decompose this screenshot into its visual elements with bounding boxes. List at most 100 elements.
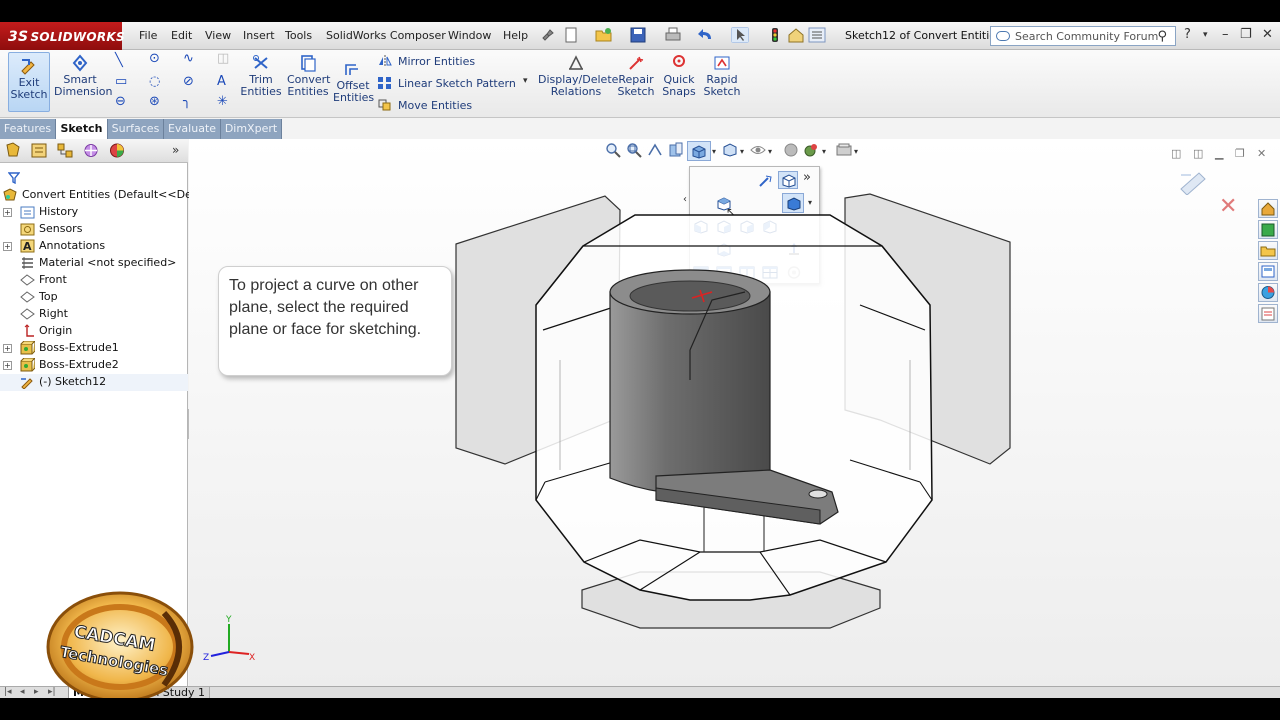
- configuration-manager-icon[interactable]: [56, 142, 74, 159]
- tab-sketch[interactable]: Sketch: [56, 119, 108, 139]
- filter-icon[interactable]: [8, 172, 20, 184]
- slot-tool-icon[interactable]: ⊖: [115, 94, 126, 109]
- tab-features[interactable]: Features: [0, 119, 56, 139]
- trim-entities-button[interactable]: Trim Entities: [240, 54, 282, 98]
- expand-toggle-icon[interactable]: +: [3, 242, 12, 251]
- search-icon[interactable]: ⚲: [1157, 29, 1167, 44]
- sketch-fillet-icon[interactable]: ◫: [217, 51, 229, 66]
- offset-entities-button[interactable]: Offset Entities: [333, 60, 374, 104]
- tree-item-annotations[interactable]: + A Annotations: [0, 238, 188, 255]
- help-icon[interactable]: ?: [1184, 27, 1191, 42]
- menu-solidworks-composer[interactable]: SolidWorks Composer: [326, 29, 446, 42]
- save-icon[interactable]: [629, 27, 647, 43]
- feature-manager-tabs: »: [0, 139, 188, 163]
- linear-pattern-dropdown-icon[interactable]: ▾: [523, 76, 528, 86]
- polygon-tool-icon[interactable]: ⊛: [149, 94, 160, 109]
- convert-entities-button[interactable]: Convert Entities: [287, 54, 331, 98]
- smart-dimension-button[interactable]: Smart Dimension: [54, 54, 112, 98]
- 3d-model-view[interactable]: [189, 139, 1280, 689]
- confirmation-sketch-icon[interactable]: [1177, 167, 1213, 195]
- ellipse-tool-icon[interactable]: ⊘: [183, 74, 194, 89]
- menu-tools[interactable]: Tools: [285, 29, 312, 42]
- fillet-tool-icon[interactable]: ╮: [183, 94, 191, 109]
- expand-toggle-icon[interactable]: +: [3, 361, 12, 370]
- tab-scroll-next-icon[interactable]: ▸: [34, 687, 39, 697]
- circle-tool-icon[interactable]: ⊙: [149, 51, 160, 66]
- graphics-viewport[interactable]: ▾ ▾ ▾ ▾ ▾ » ↖ ▾ ‹ To project a curve on …: [189, 139, 1280, 689]
- viewport-toggle-icon[interactable]: ◫: [1171, 147, 1181, 160]
- task-pane-home-icon[interactable]: [1258, 199, 1278, 218]
- search-community-forum-input[interactable]: Search Community Forum ⚲: [990, 26, 1176, 46]
- rectangle-tool-icon[interactable]: ▭: [115, 74, 127, 89]
- confirmation-cancel-icon[interactable]: ✕: [1219, 194, 1237, 219]
- property-manager-icon[interactable]: [30, 142, 48, 159]
- menu-insert[interactable]: Insert: [243, 29, 275, 42]
- spline-tool-icon[interactable]: ∿: [183, 51, 194, 66]
- pin-icon[interactable]: [538, 27, 556, 43]
- tree-item-top-plane[interactable]: Top: [0, 289, 188, 306]
- tab-surfaces[interactable]: Surfaces: [108, 119, 164, 139]
- tree-item-label: Annotations: [39, 239, 106, 252]
- tree-item-material[interactable]: Material <not specified>: [0, 255, 188, 272]
- task-pane-view-palette-icon[interactable]: [1258, 262, 1278, 281]
- rebuild-traffic-light-icon[interactable]: [766, 27, 784, 43]
- solidworks-logo[interactable]: 3S SOLIDWORKS: [0, 22, 125, 50]
- task-pane-design-library-icon[interactable]: [1258, 220, 1278, 239]
- tab-dimxpert[interactable]: DimXpert: [221, 119, 282, 139]
- tab-evaluate[interactable]: Evaluate: [164, 119, 221, 139]
- task-pane-appearances-icon[interactable]: [1258, 283, 1278, 302]
- expand-toggle-icon[interactable]: +: [3, 344, 12, 353]
- display-manager-icon[interactable]: [108, 142, 126, 159]
- tree-item-sketch12[interactable]: (-) Sketch12: [0, 374, 188, 391]
- viewport-close-icon[interactable]: ✕: [1257, 147, 1266, 160]
- dimxpert-manager-icon[interactable]: [82, 142, 100, 159]
- menu-file[interactable]: File: [139, 29, 157, 42]
- task-pane-file-explorer-icon[interactable]: [1258, 241, 1278, 260]
- cylinder-boss[interactable]: [609, 269, 771, 495]
- move-entities-button[interactable]: Move Entities: [378, 99, 472, 112]
- linear-sketch-pattern-button[interactable]: Linear Sketch Pattern: [378, 77, 516, 90]
- select-arrow-icon[interactable]: [731, 27, 749, 43]
- tree-item-boss-extrude1[interactable]: + Boss-Extrude1: [0, 340, 188, 357]
- help-dropdown-icon[interactable]: ▾: [1203, 30, 1208, 40]
- restore-window-icon[interactable]: ❐: [1240, 27, 1252, 42]
- tree-root-part[interactable]: Convert Entities (Default<<Defau: [0, 187, 209, 204]
- task-pane-custom-properties-icon[interactable]: [1258, 304, 1278, 323]
- tab-scroll-prev-icon[interactable]: ◂: [20, 687, 25, 697]
- repair-sketch-button[interactable]: Repair Sketch: [617, 54, 655, 98]
- mirror-entities-button[interactable]: Mirror Entities: [378, 55, 475, 68]
- viewport-restore-icon[interactable]: ❐: [1235, 147, 1245, 160]
- menu-edit[interactable]: Edit: [171, 29, 192, 42]
- point-tool-icon[interactable]: ✳: [217, 94, 228, 109]
- tree-item-sensors[interactable]: Sensors: [0, 221, 188, 238]
- text-tool-icon[interactable]: A: [217, 74, 226, 89]
- expand-toggle-icon[interactable]: +: [3, 208, 12, 217]
- minimize-window-icon[interactable]: –: [1222, 27, 1229, 42]
- print-icon[interactable]: [664, 27, 682, 43]
- viewport-minimize-icon[interactable]: ▁: [1215, 147, 1223, 160]
- menu-help[interactable]: Help: [503, 29, 528, 42]
- open-folder-icon[interactable]: [595, 27, 613, 43]
- expand-panel-chevron-icon[interactable]: »: [172, 143, 179, 157]
- options-icon[interactable]: [808, 27, 826, 43]
- tree-item-front-plane[interactable]: Front: [0, 272, 188, 289]
- exit-sketch-button[interactable]: Exit Sketch: [8, 52, 50, 112]
- new-document-icon[interactable]: [562, 27, 580, 43]
- arc-tool-icon[interactable]: ◌: [149, 74, 160, 89]
- line-tool-icon[interactable]: ╲: [115, 53, 123, 68]
- tree-item-origin[interactable]: Origin: [0, 323, 188, 340]
- tree-item-right-plane[interactable]: Right: [0, 306, 188, 323]
- close-window-icon[interactable]: ✕: [1262, 27, 1273, 42]
- file-properties-icon[interactable]: [787, 27, 805, 43]
- viewport-tile-icon[interactable]: ◫: [1193, 147, 1203, 160]
- tree-item-history[interactable]: + History: [0, 204, 188, 221]
- display-delete-relations-button[interactable]: Display/Delete Relations: [538, 54, 618, 98]
- feature-manager-tree-icon[interactable]: [4, 142, 22, 159]
- menu-view[interactable]: View: [205, 29, 231, 42]
- tab-scroll-first-icon[interactable]: |◂: [4, 687, 12, 697]
- tree-item-boss-extrude2[interactable]: + Boss-Extrude2: [0, 357, 188, 374]
- rapid-sketch-button[interactable]: Rapid Sketch: [702, 54, 742, 98]
- menu-window[interactable]: Window: [448, 29, 491, 42]
- quick-snaps-button[interactable]: Quick Snaps: [660, 54, 698, 98]
- undo-icon[interactable]: [697, 27, 715, 43]
